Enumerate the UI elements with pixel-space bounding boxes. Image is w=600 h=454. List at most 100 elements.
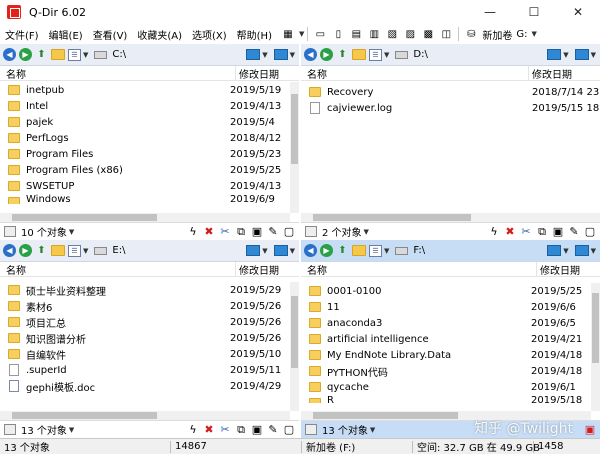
scrollbar-thumb[interactable]: [313, 214, 471, 221]
drive-menu-suffix[interactable]: G:: [514, 29, 529, 40]
list-item[interactable]: 知识图谱分析 2019/5/26: [0, 330, 290, 346]
column-name[interactable]: 名称: [301, 66, 528, 81]
view-mode-icon[interactable]: ☰: [369, 244, 382, 257]
chevron-down-icon[interactable]: ▼: [83, 51, 88, 59]
list-item[interactable]: 0001-0100 2019/5/25: [301, 283, 591, 299]
drive-icon[interactable]: [4, 424, 16, 435]
maximize-button[interactable]: ☐: [512, 0, 556, 24]
chevron-down-icon[interactable]: ▼: [591, 51, 596, 59]
vertical-scrollbar[interactable]: [290, 282, 299, 411]
chevron-down-icon[interactable]: ▼: [69, 426, 74, 434]
copy-icon[interactable]: ⧉: [234, 423, 248, 437]
layout-3-icon[interactable]: ▤: [349, 27, 363, 41]
edit-icon[interactable]: ✎: [567, 225, 581, 239]
list-item[interactable]: SWSETUP 2019/4/13: [0, 178, 290, 194]
delete-icon[interactable]: ✖: [503, 225, 517, 239]
chevron-down-icon[interactable]: ▼: [262, 51, 267, 59]
column-date[interactable]: 修改日期: [536, 261, 600, 277]
column-name[interactable]: 名称: [0, 262, 235, 277]
menu-help[interactable]: 帮助(H): [232, 27, 277, 42]
chevron-down-icon[interactable]: ▼: [290, 51, 295, 59]
list-item[interactable]: Recovery 2018/7/14 23: [301, 84, 600, 100]
folder-icon[interactable]: [51, 245, 65, 256]
view-mode-icon[interactable]: ☰: [68, 48, 81, 61]
folder-icon[interactable]: [352, 49, 366, 60]
back-icon[interactable]: ◀: [304, 48, 317, 61]
layout-4-icon[interactable]: ▥: [367, 27, 381, 41]
lightning-icon[interactable]: ϟ: [186, 225, 200, 239]
layout-6-icon[interactable]: ▨: [403, 27, 417, 41]
delete-icon[interactable]: ✖: [202, 225, 216, 239]
chevron-down-icon[interactable]: ▼: [364, 228, 369, 236]
list-item[interactable]: artificial intelligence 2019/4/21: [301, 331, 591, 347]
layout-5-icon[interactable]: ▧: [385, 27, 399, 41]
forward-icon[interactable]: ▶: [320, 244, 333, 257]
column-date[interactable]: 修改日期: [235, 65, 299, 81]
monitor-icon[interactable]: [273, 49, 288, 60]
scrollbar-thumb[interactable]: [313, 412, 458, 419]
chevron-down-icon[interactable]: ▼: [83, 247, 88, 255]
back-icon[interactable]: ◀: [3, 244, 16, 257]
layout-7-icon[interactable]: ▩: [421, 27, 435, 41]
monitor-icon[interactable]: [246, 49, 261, 60]
chevron-down-icon[interactable]: ▼: [370, 426, 375, 434]
properties-icon[interactable]: ▢: [583, 225, 597, 239]
monitor-icon[interactable]: [574, 49, 589, 60]
path-text[interactable]: D:\: [413, 49, 541, 60]
chevron-down-icon[interactable]: ▼: [262, 247, 267, 255]
horizontal-scrollbar[interactable]: [0, 411, 290, 420]
close-button[interactable]: ✕: [556, 0, 600, 24]
forward-icon[interactable]: ▶: [19, 244, 32, 257]
chevron-down-icon[interactable]: ▼: [299, 30, 304, 38]
list-item[interactable]: inetpub 2019/5/19: [0, 82, 290, 98]
scrollbar-thumb[interactable]: [12, 412, 157, 419]
properties-icon[interactable]: ▣: [583, 423, 597, 437]
layout-grid-icon[interactable]: ▦: [281, 27, 295, 41]
chevron-down-icon[interactable]: ▼: [563, 51, 568, 59]
monitor-icon[interactable]: [246, 245, 261, 256]
properties-icon[interactable]: ▢: [282, 225, 296, 239]
paste-icon[interactable]: ▣: [250, 423, 264, 437]
forward-icon[interactable]: ▶: [320, 48, 333, 61]
lightning-icon[interactable]: ϟ: [186, 423, 200, 437]
properties-icon[interactable]: ▢: [282, 423, 296, 437]
list-item[interactable]: anaconda3 2019/6/5: [301, 315, 591, 331]
column-name[interactable]: 名称: [0, 66, 235, 81]
path-text[interactable]: E:\: [112, 245, 240, 256]
copy-icon[interactable]: ⧉: [234, 225, 248, 239]
vertical-scrollbar[interactable]: [290, 82, 299, 213]
cut-icon[interactable]: ✂: [519, 225, 533, 239]
chevron-down-icon[interactable]: ▼: [591, 247, 596, 255]
path-text[interactable]: F:\: [413, 245, 541, 256]
list-item[interactable]: 自编软件 2019/5/10: [0, 346, 290, 362]
list-item[interactable]: 项目汇总 2019/5/26: [0, 314, 290, 330]
monitor-icon[interactable]: [273, 245, 288, 256]
menu-favorites[interactable]: 收藏夹(A): [132, 27, 187, 42]
scrollbar-thumb[interactable]: [592, 293, 599, 363]
layout-2-icon[interactable]: ▯: [331, 27, 345, 41]
horizontal-scrollbar[interactable]: [301, 213, 600, 222]
layout-1-icon[interactable]: ▭: [313, 27, 327, 41]
drive-icon[interactable]: ⛁: [464, 27, 478, 41]
list-item[interactable]: Program Files (x86) 2019/5/25: [0, 162, 290, 178]
scrollbar-thumb[interactable]: [12, 214, 157, 221]
chevron-down-icon[interactable]: ▼: [563, 247, 568, 255]
column-date[interactable]: 修改日期: [528, 65, 600, 81]
list-item[interactable]: .superId 2019/5/11: [0, 362, 290, 378]
list-item[interactable]: 硕士毕业资料整理 2019/5/29: [0, 282, 290, 298]
chevron-down-icon[interactable]: ▼: [69, 228, 74, 236]
list-item[interactable]: Windows 2019/6/9: [0, 194, 290, 204]
vertical-scrollbar[interactable]: [591, 283, 600, 411]
list-item[interactable]: 11 2019/6/6: [301, 299, 591, 315]
column-name[interactable]: 名称: [301, 262, 536, 277]
view-mode-icon[interactable]: ☰: [369, 48, 382, 61]
cut-icon[interactable]: ✂: [218, 423, 232, 437]
menu-options[interactable]: 选项(X): [187, 27, 232, 42]
delete-icon[interactable]: ✖: [202, 423, 216, 437]
list-item[interactable]: Program Files 2019/5/23: [0, 146, 290, 162]
monitor-icon[interactable]: [547, 245, 562, 256]
chevron-down-icon[interactable]: ▼: [384, 247, 389, 255]
folder-icon[interactable]: [352, 245, 366, 256]
column-date[interactable]: 修改日期: [235, 261, 299, 277]
drive-icon[interactable]: [305, 424, 317, 435]
